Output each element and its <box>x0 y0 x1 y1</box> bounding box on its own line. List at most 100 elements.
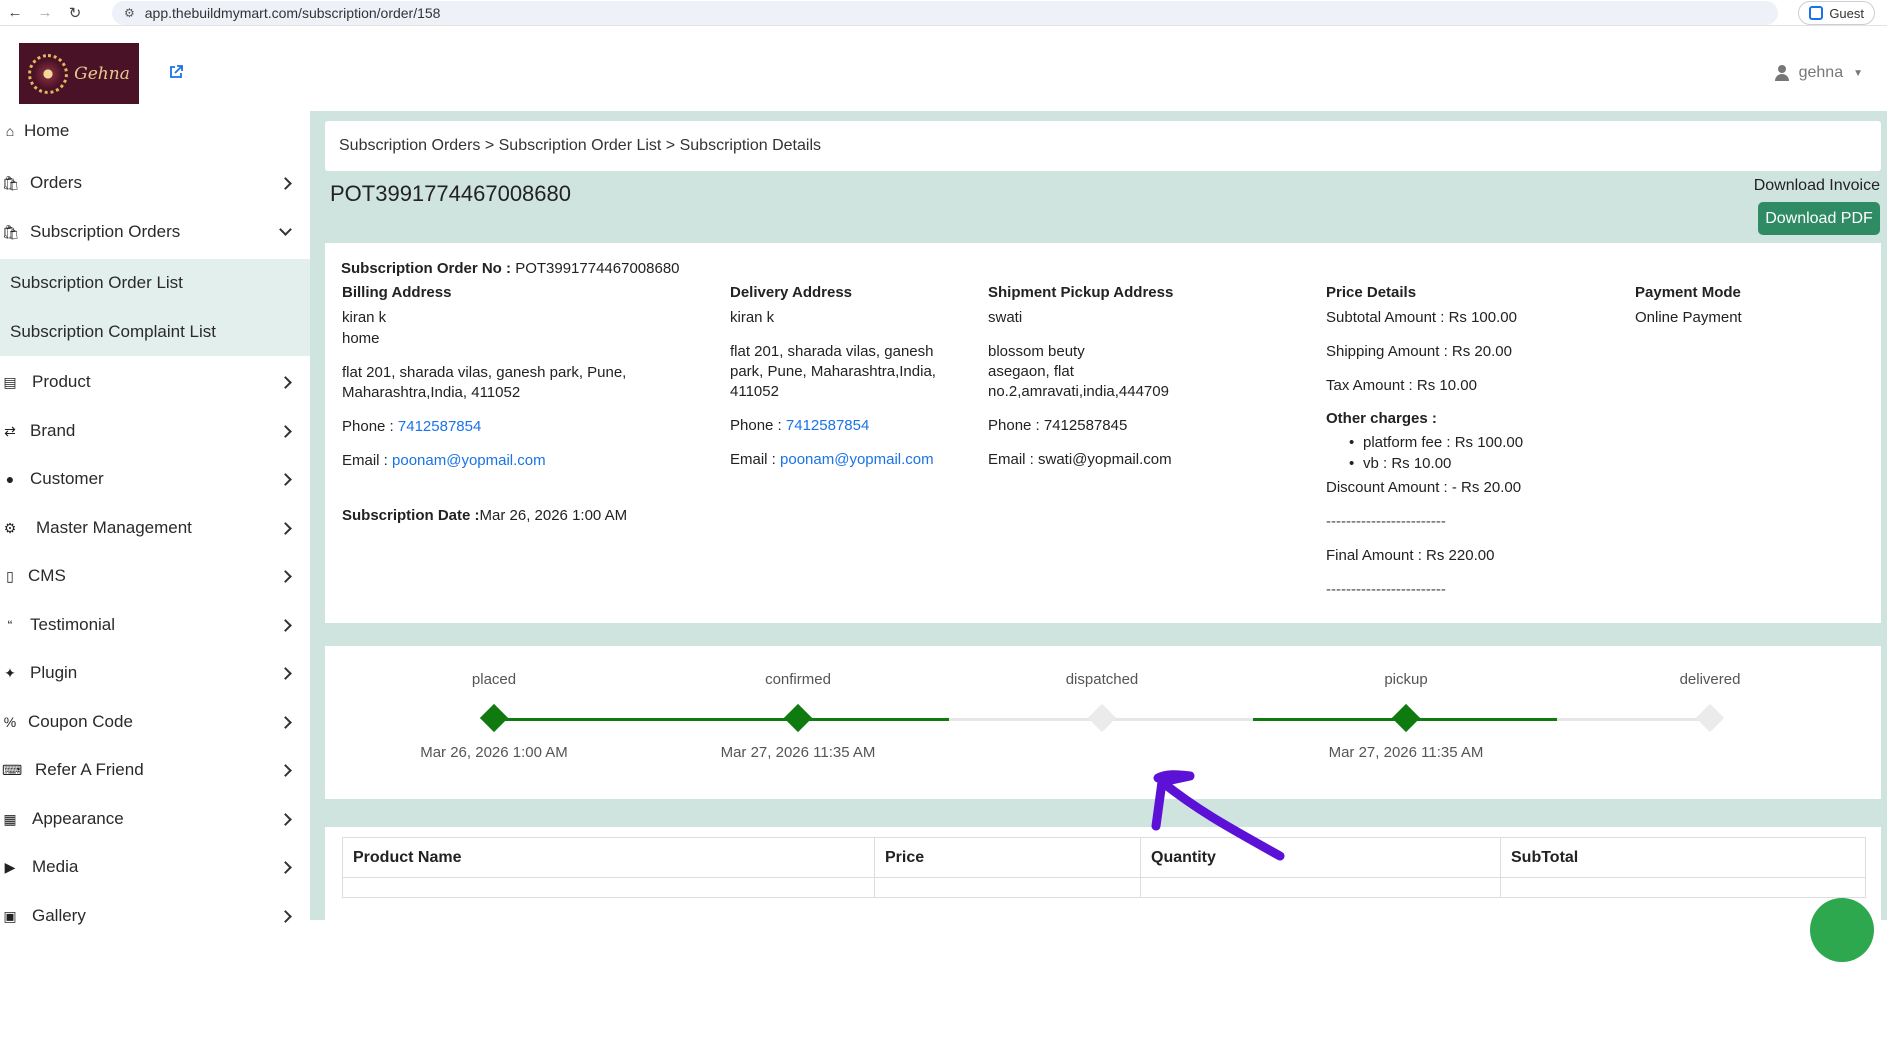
sidebar-item-label: Refer A Friend <box>35 760 144 779</box>
image-icon: ▦ <box>3 810 17 827</box>
chat-button[interactable] <box>1810 898 1874 962</box>
sidebar-item-orders[interactable]: 🛍 Orders <box>0 165 300 201</box>
caret-down-icon: ▼ <box>1853 67 1863 79</box>
download-pdf-button[interactable]: Download PDF <box>1758 202 1880 235</box>
sidebar-item-media[interactable]: ▶ Media <box>0 849 300 885</box>
brand-logo[interactable]: Gehna <box>19 43 139 104</box>
step-label-placed: placed <box>471 671 517 688</box>
user-menu[interactable]: gehna ▼ <box>1774 64 1863 82</box>
sidebar-subitem-subscription-complaint-list[interactable]: Subscription Complaint List <box>10 322 216 342</box>
sidebar-item-label: Product <box>32 372 91 391</box>
delivery-title: Delivery Address <box>730 284 853 301</box>
back-icon[interactable]: ← <box>0 4 30 21</box>
tax-amount: Tax Amount : Rs 10.00 <box>1326 377 1477 394</box>
billing-phone-row: Phone : 7412587854 <box>342 417 481 437</box>
order-details-card: Subscription Order No : POT3991774467008… <box>325 243 1881 623</box>
step-marker-placed <box>479 703 509 733</box>
sidebar-item-testimonial[interactable]: “ Testimonial <box>0 607 300 643</box>
sidebar-item-label: Orders <box>30 173 82 192</box>
chevron-right-icon <box>279 424 292 438</box>
discount-amount: Discount Amount : - Rs 20.00 <box>1326 479 1522 496</box>
delivery-email-row: Email : poonam@yopmail.com <box>730 450 934 470</box>
sidebar-item-plugin[interactable]: ✦ Plugin <box>0 655 300 691</box>
breadcrumb[interactable]: Subscription Orders > Subscription Order… <box>325 121 1881 171</box>
pickup-email: Email : swati@yopmail.com <box>988 451 1172 468</box>
sidebar-item-cms[interactable]: ▯ CMS <box>0 558 300 594</box>
sidebar-item-customer[interactable]: ● Customer <box>0 461 300 497</box>
site-info-icon[interactable]: ⚙ <box>124 6 135 20</box>
sidebar-item-label: Appearance <box>32 809 124 828</box>
sidebar-item-brand[interactable]: ⇄ Brand <box>0 413 300 449</box>
external-link-icon[interactable] <box>168 64 184 80</box>
billing-phone-link[interactable]: 7412587854 <box>398 418 481 435</box>
sidebar-item-appearance[interactable]: ▦ Appearance <box>0 801 300 837</box>
billing-title: Billing Address <box>342 284 452 301</box>
address-bar[interactable]: ⚙ app.thebuildmymart.com/subscription/or… <box>112 1 1778 25</box>
chevron-right-icon <box>279 860 292 874</box>
price-divider: ------------------------ <box>1326 513 1446 530</box>
keyboard-icon: ⌨ <box>2 761 23 778</box>
sidebar-item-label: Coupon Code <box>28 712 133 731</box>
billing-email-label: Email : <box>342 452 388 469</box>
sidebar-item-product[interactable]: ▤ Product <box>0 364 300 400</box>
chevron-right-icon <box>279 666 292 680</box>
download-invoice-label: Download Invoice <box>1753 177 1880 194</box>
user-icon <box>1774 65 1789 81</box>
step-date-pickup: Mar 27, 2026 11:35 AM <box>1328 744 1484 761</box>
sidebar-item-subscription-orders[interactable]: 🛍 Subscription Orders <box>0 214 300 250</box>
sidebar-item-label: CMS <box>28 566 66 585</box>
sidebar-item-label: Plugin <box>30 663 78 682</box>
step-marker-dispatched <box>1087 703 1117 733</box>
pickup-phone: Phone : 7412587845 <box>988 417 1128 434</box>
pickup-name: swati <box>988 309 1023 326</box>
other-charges-label: Other charges : <box>1326 410 1437 427</box>
profile-label: Guest <box>1829 5 1864 21</box>
step-date-placed: Mar 26, 2026 1:00 AM <box>420 744 568 761</box>
sidebar-item-refer-a-friend[interactable]: ⌨ Refer A Friend <box>0 752 300 788</box>
sidebar-item-master-management[interactable]: ⚙ Master Management <box>0 510 300 546</box>
price-details-title: Price Details <box>1326 284 1417 301</box>
order-status-tracker: placed Mar 26, 2026 1:00 AM confirmed Ma… <box>325 646 1881 799</box>
sidebar-item-label: Master Management <box>36 518 192 537</box>
sidebar: ⌂ Home 🛍 Orders 🛍 Subscription Orders Su… <box>0 111 310 925</box>
pickup-address-line3: no.2,amravati,india,444709 <box>988 383 1169 400</box>
sidebar-subitem-subscription-order-list[interactable]: Subscription Order List <box>10 273 183 293</box>
chevron-right-icon <box>279 521 292 535</box>
user-name: gehna <box>1798 64 1844 81</box>
sidebar-item-label: Customer <box>30 469 104 488</box>
url-text: app.thebuildmymart.com/subscription/orde… <box>144 5 441 21</box>
step-label-confirmed: confirmed <box>765 671 831 688</box>
delivery-phone-label: Phone : <box>730 417 782 434</box>
other-charge-item: vb : Rs 10.00 <box>1349 455 1451 472</box>
sidebar-item-home[interactable]: ⌂ Home <box>0 113 300 149</box>
reload-icon[interactable]: ↻ <box>60 4 90 22</box>
sidebar-item-gallery[interactable]: ▣ Gallery <box>0 898 300 934</box>
tracker-segment-1 <box>493 718 797 721</box>
delivery-email-label: Email : <box>730 451 776 468</box>
chevron-right-icon <box>279 763 292 777</box>
file-icon: ▯ <box>6 567 14 584</box>
billing-phone-label: Phone : <box>342 418 394 435</box>
subscription-date-value: Mar 26, 2026 1:00 AM <box>479 507 628 524</box>
delivery-email-link[interactable]: poonam@yopmail.com <box>780 451 934 468</box>
forward-icon[interactable]: → <box>30 4 60 21</box>
sidebar-item-label: Brand <box>30 421 76 440</box>
price-divider: ------------------------ <box>1326 581 1446 598</box>
billing-email-link[interactable]: poonam@yopmail.com <box>392 452 546 469</box>
bag-icon: 🛍 <box>2 174 20 191</box>
chevron-right-icon <box>279 176 292 190</box>
sidebar-item-label: Home <box>24 121 70 140</box>
page-title: POT3991774467008680 <box>330 181 571 206</box>
payment-mode-title: Payment Mode <box>1635 284 1741 301</box>
other-charge-item: platform fee : Rs 100.00 <box>1349 434 1523 451</box>
play-icon: ▶ <box>4 858 16 875</box>
sidebar-item-coupon-code[interactable]: % Coupon Code <box>0 704 300 740</box>
delivery-phone-link[interactable]: 7412587854 <box>786 417 869 434</box>
shipping-amount: Shipping Amount : Rs 20.00 <box>1326 343 1512 360</box>
billing-address-line1: flat 201, sharada vilas, ganesh park, Pu… <box>342 364 627 381</box>
billing-type: home <box>342 330 380 347</box>
subscription-date-row: Subscription Date :Mar 26, 2026 1:00 AM <box>342 506 627 526</box>
chevron-down-icon <box>279 223 292 236</box>
shuffle-icon: ⇄ <box>4 422 16 439</box>
profile-button[interactable]: Guest <box>1798 1 1875 25</box>
